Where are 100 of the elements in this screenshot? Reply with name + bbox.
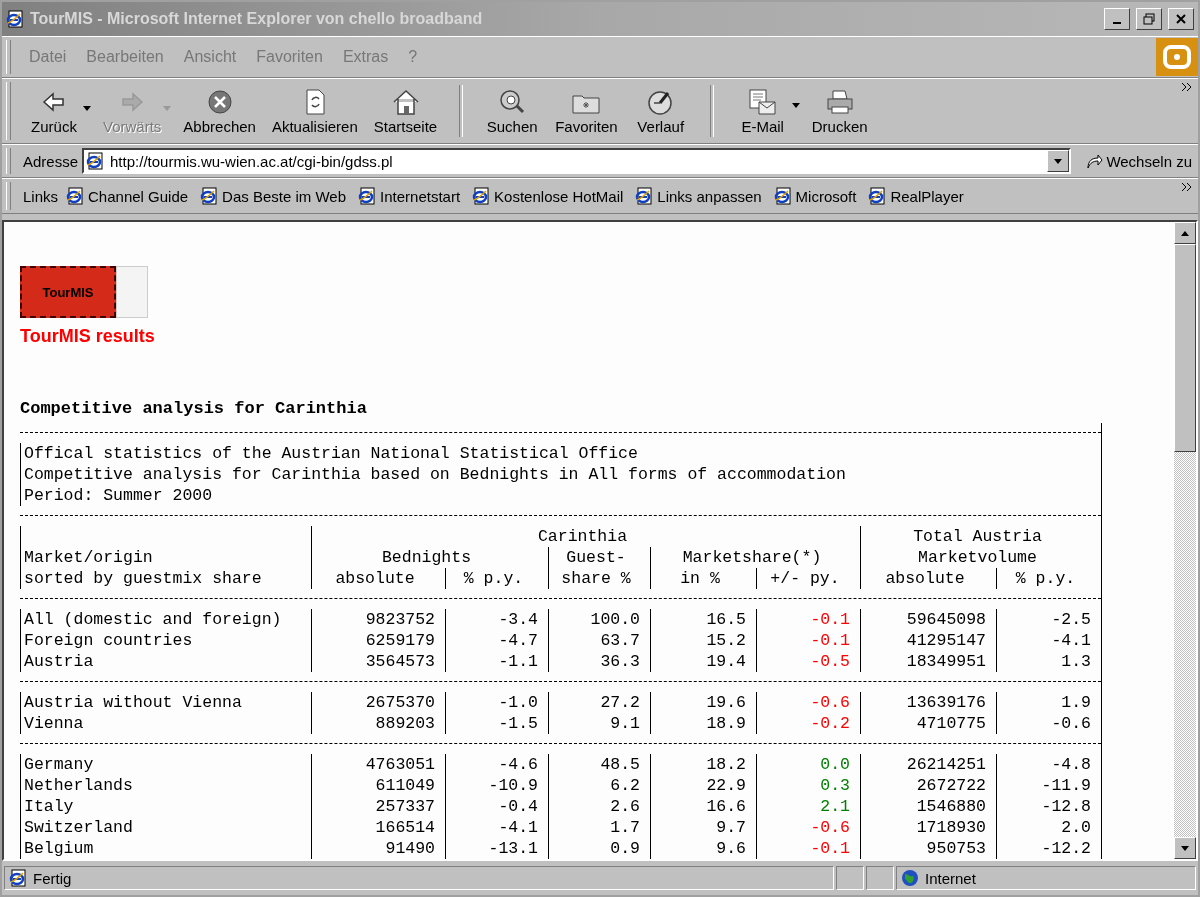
address-field[interactable]: http://tourmis.wu-wien.ac.at/cgi-bin/gdss.pl	[82, 148, 1072, 174]
up-arrow-icon	[1181, 230, 1189, 236]
ie-icon	[868, 187, 887, 205]
toolbar-button[interactable]: Aktualisieren	[263, 87, 366, 135]
results-heading: TourMIS results	[20, 326, 156, 347]
link-button[interactable]: RealPlayer	[868, 187, 972, 205]
note-text: Offical statistics of the Austrian National Statistical Office	[20, 443, 1101, 464]
note-text: Competitive analysis for Carinthia based on Bednights in All forms of accommodation	[20, 464, 1101, 485]
table-cell: 18349951	[860, 651, 996, 672]
table-cell: Netherlands	[20, 775, 311, 796]
table-cell: 9823752	[311, 609, 445, 630]
ie-icon	[472, 187, 491, 205]
mail-icon	[746, 87, 779, 116]
dropdown-button[interactable]	[1047, 150, 1070, 172]
table-cell: 0.0	[756, 754, 860, 775]
table-cell: All (domestic and foreign)	[20, 609, 311, 630]
link-button[interactable]: Microsoft	[773, 187, 865, 205]
down-arrow-icon	[1181, 845, 1189, 851]
caret-icon	[1054, 158, 1063, 164]
go-button[interactable]: Wechseln zu	[1075, 152, 1198, 170]
table-cell: 16.6	[650, 796, 756, 817]
table-cell: -13.1	[445, 838, 548, 859]
table-cell: 889203	[311, 713, 445, 734]
table-cell: 22.9	[650, 775, 756, 796]
toolbar-button[interactable]: Verlauf	[625, 87, 696, 135]
report-title: Competitive analysis for Carinthia	[20, 399, 368, 419]
restore-button[interactable]	[1136, 8, 1162, 30]
table-cell: -10.9	[445, 775, 548, 796]
ring-icon	[1162, 44, 1192, 70]
toolbar-button[interactable]: Suchen	[477, 87, 548, 135]
table-cell: -3.4	[445, 609, 548, 630]
table-cell: -4.1	[445, 817, 548, 838]
scrollbar[interactable]	[1174, 222, 1196, 859]
table-cell: -4.8	[996, 754, 1101, 775]
ie-icon	[200, 187, 219, 205]
column-header: sorted by guestmix share	[20, 568, 311, 589]
scroll-up-button[interactable]	[1174, 222, 1196, 244]
close-button[interactable]	[1168, 8, 1194, 30]
page-icon	[9, 869, 27, 887]
table-cell: 27.2	[548, 692, 650, 713]
column-header: Market/origin	[20, 547, 311, 568]
toolbar-button[interactable]: E-Mail	[727, 87, 798, 135]
link-button[interactable]: Internetstart	[358, 187, 469, 205]
table-cell: 4710775	[860, 713, 996, 734]
table-cell: 19.6	[650, 692, 756, 713]
more-icon[interactable]	[1182, 183, 1192, 191]
toolbar-button[interactable]: Startseite	[365, 87, 446, 135]
link-button[interactable]: Das Beste im Web	[200, 187, 355, 205]
minimize-button[interactable]	[1104, 8, 1130, 30]
table-cell: 6.2	[548, 775, 650, 796]
close-icon	[1175, 13, 1187, 25]
table-cell: Foreign countries	[20, 630, 311, 651]
table-cell: 6259179	[311, 630, 445, 651]
table-cell: 611049	[311, 775, 445, 796]
column-header: absolute	[860, 568, 996, 589]
table-cell: 91490	[311, 838, 445, 859]
table-cell: 36.3	[548, 651, 650, 672]
table-cell: 2.0	[996, 817, 1101, 838]
app-icon	[6, 10, 24, 28]
table-cell: -0.6	[996, 713, 1101, 734]
ie-icon	[773, 187, 792, 205]
table-cell: -12.8	[996, 796, 1101, 817]
table-cell: -12.2	[996, 838, 1101, 859]
table-cell: 9.7	[650, 817, 756, 838]
logo: TourMIS	[20, 266, 148, 318]
toolbar-button[interactable]: Favoriten	[547, 87, 626, 135]
table-cell: Belgium	[20, 838, 311, 859]
links-label: Links	[23, 187, 59, 205]
table-cell: 18.9	[650, 713, 756, 734]
table-cell: 15.2	[650, 630, 756, 651]
table-cell: 26214251	[860, 754, 996, 775]
status-text: Fertig	[33, 869, 72, 887]
table-cell: 18.2	[650, 754, 756, 775]
table-cell: 2672722	[860, 775, 996, 796]
zone-text: Internet	[925, 869, 976, 887]
table-cell: 41295147	[860, 630, 996, 651]
toolbar-button[interactable]: Drucken	[803, 87, 876, 135]
link-button[interactable]: Links anpassen	[635, 187, 770, 205]
table-cell: 3564573	[311, 651, 445, 672]
caret-icon[interactable]	[83, 105, 91, 111]
toolbar-button[interactable]: Abbrechen	[175, 87, 264, 135]
caret-icon[interactable]	[791, 103, 800, 108]
table-cell: Vienna	[20, 713, 311, 734]
note-text: Period: Summer 2000	[20, 485, 1101, 506]
toolbar-button[interactable]: Zurück	[19, 87, 89, 135]
column-header: Guest-	[548, 547, 650, 568]
column-group-header: Total Austria	[860, 526, 1101, 547]
more-icon[interactable]	[1182, 83, 1192, 91]
table-cell: Switzerland	[20, 817, 311, 838]
link-button[interactable]: Channel Guide	[66, 187, 197, 205]
link-button[interactable]: Kostenlose HotMail	[472, 187, 632, 205]
scroll-thumb[interactable]	[1174, 244, 1196, 452]
table-cell: -1.0	[445, 692, 548, 713]
globe-icon	[901, 869, 919, 887]
table-cell: 16.5	[650, 609, 756, 630]
table-cell: -1.1	[445, 651, 548, 672]
window-title: TourMIS - Microsoft Internet Explorer von chello broadband	[30, 10, 484, 28]
scroll-down-button[interactable]	[1174, 837, 1196, 859]
column-header: % p.y.	[445, 568, 548, 589]
table-cell: -4.6	[445, 754, 548, 775]
